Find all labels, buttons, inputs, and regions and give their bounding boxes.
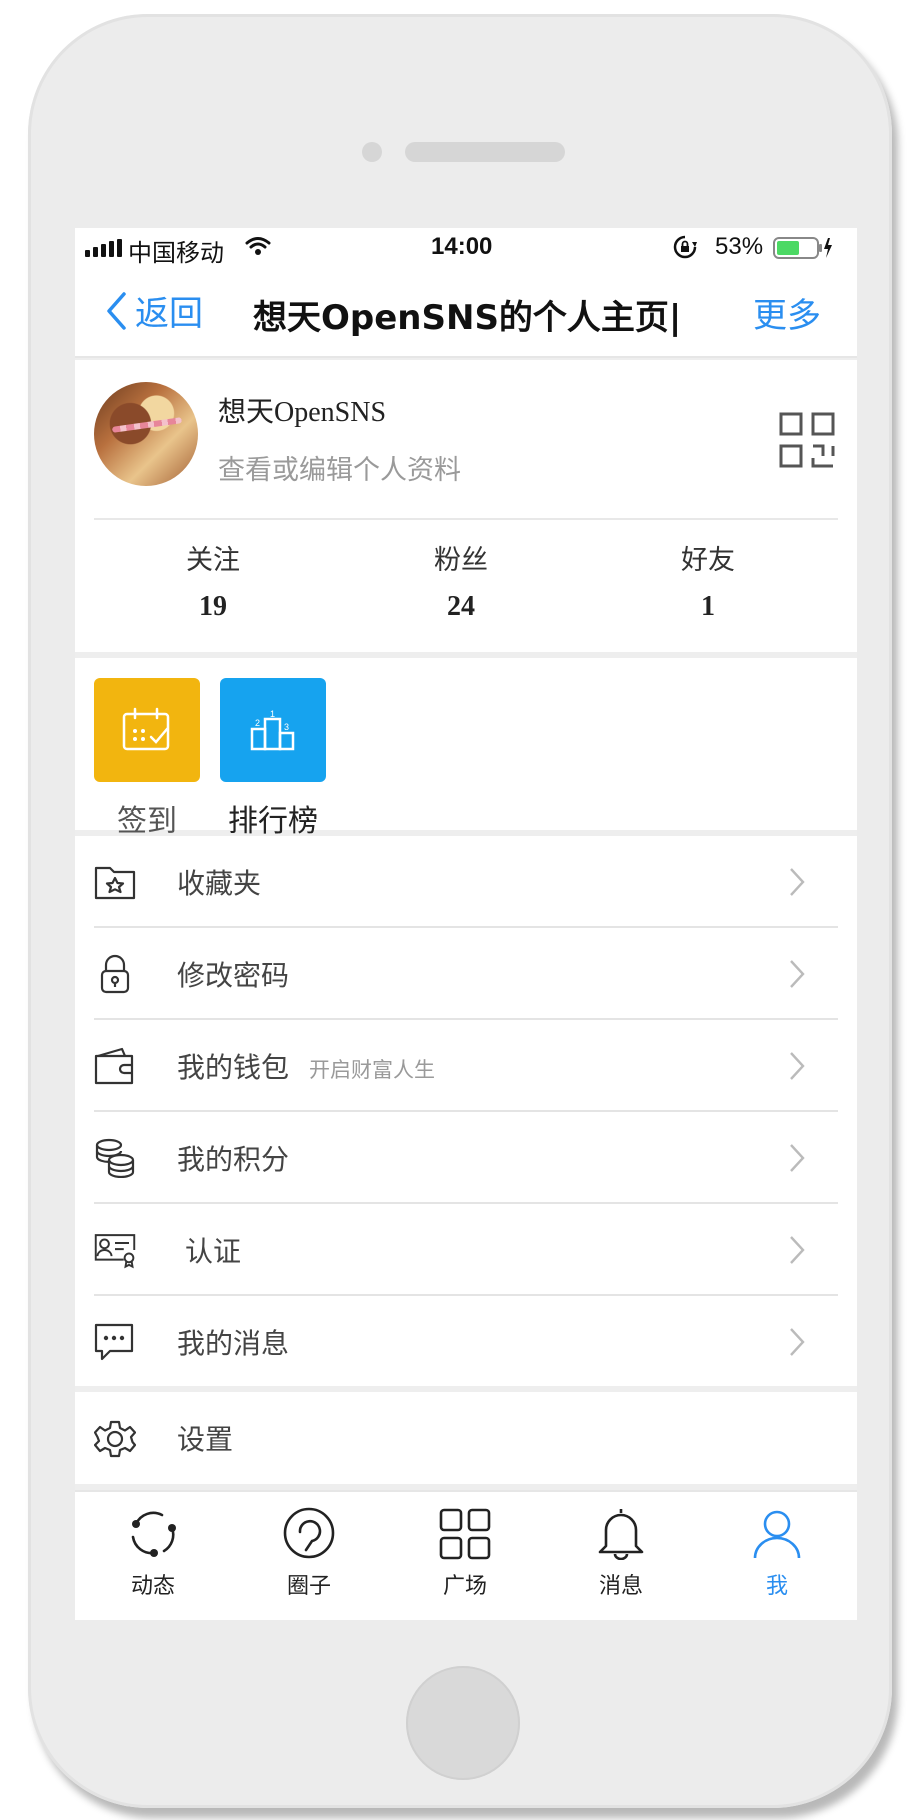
circle-icon — [283, 1507, 335, 1559]
stat-value: 24 — [447, 591, 475, 622]
chevron-right-icon — [790, 960, 805, 988]
qr-code-icon[interactable] — [779, 412, 835, 468]
chevron-left-icon — [107, 291, 126, 330]
lock-icon — [100, 954, 130, 994]
chevron-right-icon — [790, 1236, 805, 1264]
menu-note: 开启财富人生 — [309, 1058, 436, 1082]
signal-icon — [85, 239, 122, 257]
tab-square[interactable]: 广场 — [387, 1504, 543, 1600]
chevron-right-icon — [790, 1328, 805, 1356]
coins-icon — [95, 1138, 135, 1178]
carrier-name: 中国移动 — [128, 240, 224, 267]
chevron-right-icon — [790, 1144, 805, 1172]
person-icon — [753, 1510, 801, 1559]
avatar[interactable] — [94, 382, 198, 486]
stat-following[interactable]: 关注 19 — [133, 538, 293, 623]
menu-item-wallet[interactable]: 我的钱包 开启财富人生 — [75, 1020, 857, 1112]
menu-label: 设置 — [177, 1423, 234, 1456]
grid-icon — [439, 1508, 491, 1560]
navigation-bar: 返回 想天OpenSNS的个人主页| 更多 — [75, 268, 857, 358]
more-button[interactable]: 更多 — [753, 288, 821, 337]
battery-icon — [773, 237, 832, 259]
menu-label: 我的积分 — [177, 1143, 290, 1176]
stat-label: 粉丝 — [434, 545, 488, 576]
stat-fans[interactable]: 粉丝 24 — [381, 538, 541, 623]
stat-value: 1 — [701, 591, 715, 622]
gear-icon — [94, 1420, 136, 1458]
back-label: 返回 — [135, 294, 203, 334]
page-title: 想天OpenSNS的个人主页| — [253, 298, 682, 338]
battery-percentage: 53% — [715, 233, 764, 260]
tab-circle[interactable]: 圈子 — [231, 1504, 387, 1600]
menu-item-favorites[interactable]: 收藏夹 — [75, 836, 857, 928]
tab-label: 广场 — [442, 1574, 487, 1599]
wallet-icon — [94, 1047, 134, 1085]
checkin-button[interactable]: 签到 — [94, 678, 200, 840]
menu-item-points[interactable]: 我的积分 — [75, 1112, 857, 1204]
wifi-icon — [245, 237, 271, 255]
quick-label: 签到 — [117, 804, 177, 839]
menu-item-settings[interactable]: 设置 — [75, 1392, 857, 1484]
svg-text:2: 2 — [255, 718, 260, 728]
tab-bar: 动态 圈子 广场 消息 我 — [75, 1490, 857, 1620]
chevron-right-icon — [790, 868, 805, 896]
tab-label: 圈子 — [286, 1574, 331, 1599]
menu-label: 收藏夹 — [177, 867, 262, 900]
menu-label: 认证 — [185, 1235, 242, 1268]
svg-text:3: 3 — [284, 722, 289, 732]
profile-name[interactable]: 想天OpenSNS — [218, 390, 386, 430]
stat-value: 19 — [199, 591, 227, 622]
checkin-tile — [94, 678, 200, 782]
phone-screen: 中国移动 14:00 53% 返回 想天OpenSNS的个人主页| 更多 想天O… — [75, 228, 857, 1620]
stat-label: 好友 — [681, 545, 735, 576]
clock: 14:00 — [431, 233, 493, 260]
earpiece-speaker — [405, 142, 565, 162]
podium-icon: 213 — [250, 709, 295, 751]
tab-messages[interactable]: 消息 — [543, 1504, 699, 1600]
menu-item-messages[interactable]: 我的消息 — [75, 1296, 857, 1388]
profile-card: 想天OpenSNS 查看或编辑个人资料 关注 19 粉丝 24 好友 1 — [75, 360, 857, 652]
tab-label: 消息 — [598, 1574, 643, 1599]
back-button[interactable]: 返回 — [105, 286, 203, 335]
tab-me[interactable]: 我 — [699, 1504, 855, 1600]
chat-icon — [94, 1323, 134, 1361]
calendar-check-icon — [122, 707, 170, 751]
stat-label: 关注 — [186, 545, 240, 576]
ranking-button[interactable]: 213 排行榜 — [220, 678, 326, 840]
star-folder-icon — [94, 866, 136, 900]
front-camera — [362, 142, 382, 162]
menu-label: 我的钱包 — [177, 1051, 290, 1084]
menu-item-change-password[interactable]: 修改密码 — [75, 928, 857, 1020]
home-button[interactable] — [406, 1666, 520, 1780]
quick-label: 排行榜 — [228, 804, 318, 839]
svg-text:1: 1 — [270, 709, 275, 719]
bell-icon — [598, 1509, 644, 1560]
tab-label: 我 — [765, 1574, 788, 1599]
id-card-icon — [94, 1234, 136, 1269]
tab-feed[interactable]: 动态 — [75, 1504, 231, 1600]
tab-label: 动态 — [130, 1574, 175, 1599]
menu-label: 我的消息 — [177, 1327, 290, 1360]
menu-label: 修改密码 — [177, 959, 290, 992]
ranking-tile: 213 — [220, 678, 326, 782]
chevron-right-icon — [790, 1052, 805, 1080]
divider — [94, 518, 838, 520]
menu-item-verification[interactable]: 认证 — [75, 1204, 857, 1296]
quick-actions: 签到 213 排行榜 — [75, 658, 857, 839]
status-bar: 中国移动 14:00 53% — [75, 228, 857, 268]
menu-list: 收藏夹 修改密码 我的钱包 开启财富人生 我的积分 认证 我的消息 — [75, 836, 857, 1386]
rotation-lock-icon — [673, 235, 697, 259]
refresh-icon — [131, 1511, 176, 1557]
edit-profile-link[interactable]: 查看或编辑个人资料 — [218, 448, 461, 487]
stat-friends[interactable]: 好友 1 — [628, 538, 788, 623]
